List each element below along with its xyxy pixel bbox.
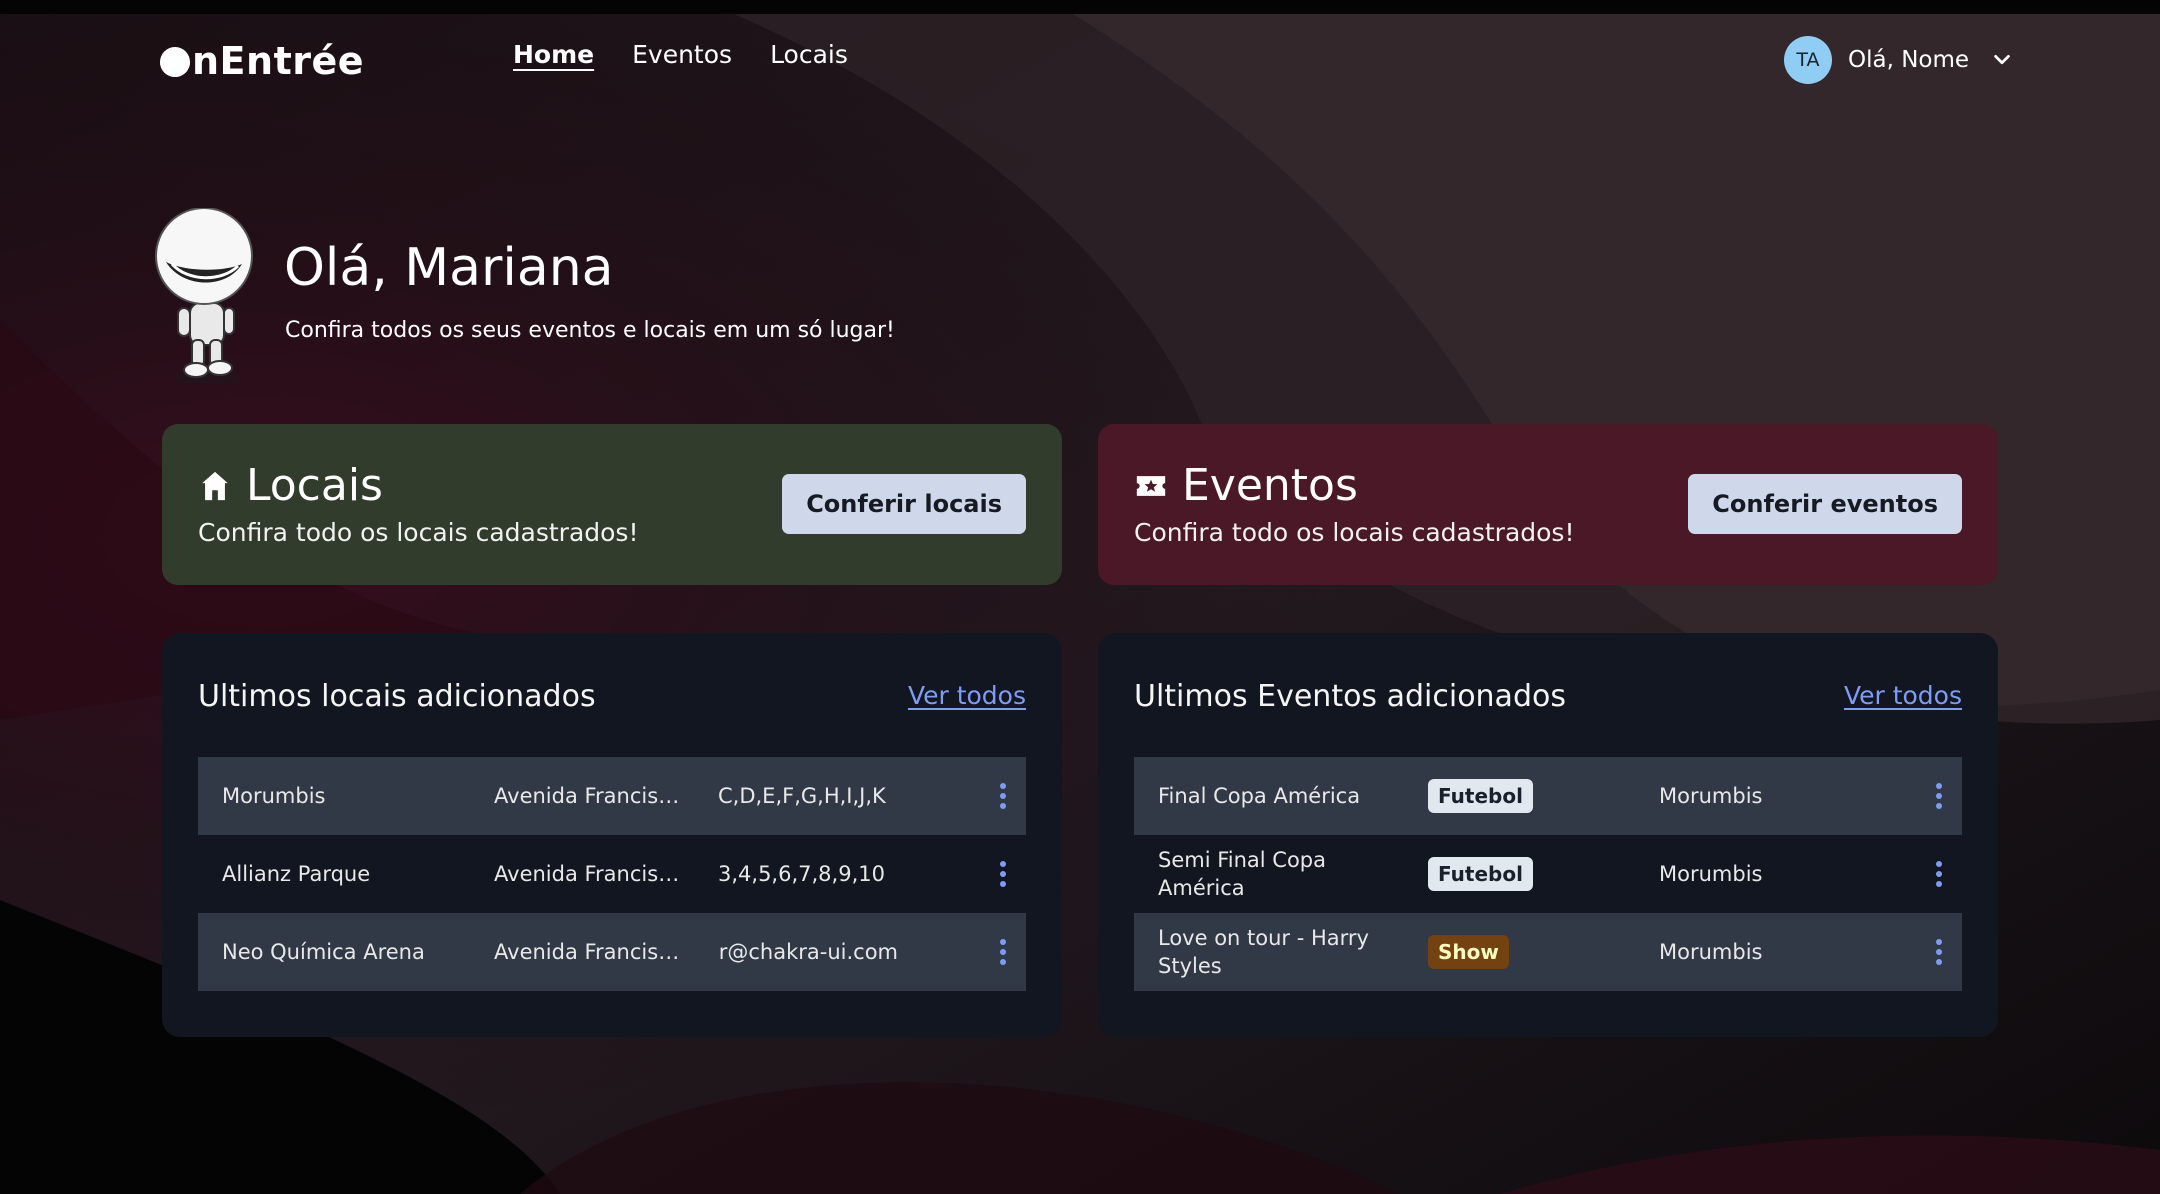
- local-extra: C,D,E,F,G,H,I,J,K: [718, 784, 886, 808]
- status-badge: Futebol: [1428, 857, 1533, 891]
- conferir-eventos-button[interactable]: Conferir eventos: [1688, 474, 1962, 534]
- recent-eventos-panel: Ultimos Eventos adicionados Ver todos Fi…: [1098, 633, 1998, 1037]
- ver-todos-eventos-link[interactable]: Ver todos: [1844, 681, 1962, 710]
- local-name: Allianz Parque: [222, 862, 371, 886]
- evento-name: Final Copa América: [1158, 784, 1361, 808]
- nav-locais[interactable]: Locais: [770, 40, 848, 69]
- eventos-card-title: Eventos: [1182, 460, 1358, 511]
- avatar[interactable]: TA: [1784, 36, 1832, 84]
- top-strip: [0, 0, 2160, 14]
- evento-place: Morumbis: [1659, 940, 1763, 964]
- local-name: Morumbis: [222, 784, 326, 808]
- kebab-menu-icon[interactable]: [994, 938, 1012, 966]
- evento-tag: Show: [1428, 935, 1509, 969]
- table-row[interactable]: Love on tour - Harry Styles Show Morumbi…: [1134, 913, 1962, 991]
- recent-locais-list: Morumbis Avenida Francisc... C,D,E,F,G,H…: [198, 757, 1026, 991]
- house-icon: [202, 471, 228, 500]
- status-badge: Futebol: [1428, 779, 1533, 813]
- ticket-star-icon: [1136, 475, 1166, 496]
- table-row[interactable]: Allianz Parque Avenida Francisc... 3,4,5…: [198, 835, 1026, 913]
- eventos-card: Eventos Confira todo os locais cadastrad…: [1098, 424, 1998, 585]
- onentree-logo[interactable]: nEntrée: [160, 36, 364, 86]
- table-row[interactable]: Neo Química Arena Avenida Francisc... ar…: [198, 913, 1026, 991]
- table-row[interactable]: Final Copa América Futebol Morumbis: [1134, 757, 1962, 835]
- user-menu[interactable]: TA Olá, Nome: [1784, 35, 2013, 85]
- locais-card-heading: Locais: [198, 460, 383, 511]
- kebab-menu-icon[interactable]: [994, 782, 1012, 810]
- logo-text: nEntrée: [192, 39, 365, 83]
- table-row[interactable]: Semi Final Copa América Futebol Morumbis: [1134, 835, 1962, 913]
- status-badge: Show: [1428, 935, 1509, 969]
- page-subtitle: Confira todos os seus eventos e locais e…: [285, 318, 895, 343]
- kebab-menu-icon[interactable]: [994, 860, 1012, 888]
- evento-tag: Futebol: [1428, 857, 1533, 891]
- kebab-menu-icon[interactable]: [1930, 782, 1948, 810]
- recent-eventos-title: Ultimos Eventos adicionados: [1134, 679, 1566, 714]
- locais-card: Locais Confira todo os locais cadastrado…: [162, 424, 1062, 585]
- page-title: Olá, Mariana: [284, 238, 614, 298]
- ver-todos-locais-link[interactable]: Ver todos: [908, 681, 1026, 710]
- locais-card-subtitle: Confira todo os locais cadastrados!: [198, 518, 639, 547]
- evento-place: Morumbis: [1659, 862, 1763, 886]
- evento-name: Love on tour - Harry Styles: [1158, 926, 1369, 978]
- eventos-card-subtitle: Confira todo os locais cadastrados!: [1134, 518, 1575, 547]
- locais-card-title: Locais: [246, 460, 383, 511]
- evento-place: Morumbis: [1659, 784, 1763, 808]
- evento-name: Semi Final Copa América: [1158, 848, 1326, 900]
- local-extra: ar@chakra-ui.com: [718, 940, 898, 964]
- logo-o-mark: [160, 47, 190, 77]
- eventos-card-heading: Eventos: [1134, 460, 1358, 511]
- table-row[interactable]: Morumbis Avenida Francisc... C,D,E,F,G,H…: [198, 757, 1026, 835]
- kebab-menu-icon[interactable]: [1930, 938, 1948, 966]
- chevron-down-icon[interactable]: [1991, 49, 2013, 71]
- local-name: Neo Química Arena: [222, 940, 425, 964]
- user-greeting[interactable]: Olá, Nome: [1848, 47, 1969, 73]
- nav-eventos[interactable]: Eventos: [632, 40, 732, 69]
- conferir-locais-button[interactable]: Conferir locais: [782, 474, 1026, 534]
- mascot-illustration: [155, 208, 253, 384]
- local-address: Avenida Francisc...: [494, 862, 684, 886]
- recent-locais-panel: Ultimos locais adicionados Ver todos Mor…: [162, 633, 1062, 1037]
- nav-home[interactable]: Home: [513, 40, 594, 69]
- evento-tag: Futebol: [1428, 779, 1533, 813]
- recent-locais-title: Ultimos locais adicionados: [198, 679, 596, 714]
- local-extra: 3,4,5,6,7,8,9,10: [718, 862, 885, 886]
- main-nav: Home Eventos Locais: [513, 40, 848, 69]
- recent-eventos-list: Final Copa América Futebol Morumbis Semi…: [1134, 757, 1962, 991]
- kebab-menu-icon[interactable]: [1930, 860, 1948, 888]
- local-address: Avenida Francisc...: [494, 784, 684, 808]
- local-address: Avenida Francisc...: [494, 940, 684, 964]
